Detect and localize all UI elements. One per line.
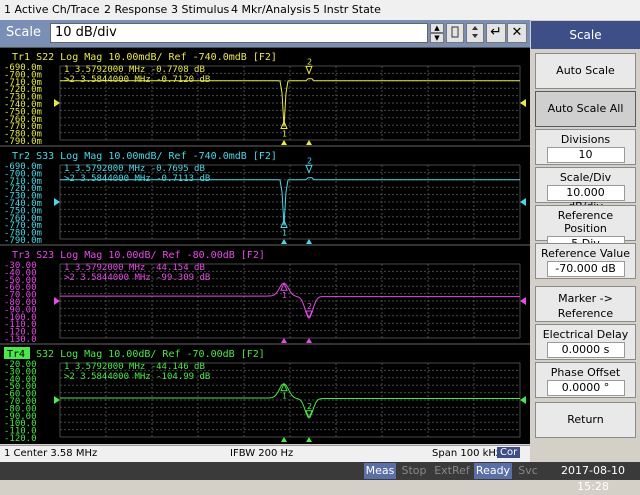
stimulus-marker-2: [306, 437, 312, 442]
marker-2-label: 2: [307, 57, 312, 66]
trace-header: Tr3 S23 Log Mag 10.00dB/ Ref -80.00dB [F…: [12, 250, 265, 261]
step-down-icon[interactable]: ▼: [430, 33, 444, 43]
extref-indicator: ExtRef: [434, 464, 470, 477]
svc-indicator: Svc: [518, 464, 538, 477]
reference-value-button[interactable]: Reference Value -70.000 dB: [535, 243, 636, 279]
reference-value-label: Reference Value: [540, 247, 631, 260]
return-button[interactable]: Return: [535, 402, 636, 438]
stimulus-marker-2: [306, 239, 312, 244]
divisions-value: 10: [546, 147, 625, 163]
marker-1-label: 1: [282, 291, 287, 300]
marker-2-icon: [305, 65, 313, 75]
electrical-delay-value: 0.0000 s: [546, 342, 625, 358]
ifbw: IFBW 200 Hz: [230, 448, 294, 459]
stimulus-marker-1: [281, 239, 287, 244]
reference-arrow-left: [54, 198, 60, 206]
scroll-bar-icon: [451, 26, 459, 38]
marker-readout-1: 1 3.5792000 MHz -44.154 dB: [64, 263, 205, 273]
marker-readout-2: >2 3.5844000 MHz -99.309 dB: [64, 273, 210, 283]
marker-to-reference-button[interactable]: Marker -> Reference: [535, 286, 636, 322]
scroll-button[interactable]: [446, 23, 464, 43]
electrical-delay-button[interactable]: Electrical Delay 0.0000 s: [535, 324, 636, 360]
reference-arrow-right: [520, 297, 526, 305]
marker-to-reference-label: Marker -> Reference: [557, 292, 614, 320]
spin-button[interactable]: [466, 23, 484, 43]
date-time: 2017-08-10 15:28: [561, 464, 625, 493]
auto-scale-all-label: Auto Scale All: [547, 102, 624, 115]
scale-div-label: Scale/Div: [559, 171, 612, 184]
menu-stimulus[interactable]: 3 Stimulus: [171, 3, 229, 16]
trace-header: Tr2 S33 Log Mag 10.00mdB/ Ref -740.0mdB …: [12, 151, 277, 162]
correction-badge: Cor: [497, 447, 521, 458]
trace-header: S32 Log Mag 10.00dB/ Ref -70.00dB [F2]: [36, 349, 265, 360]
phase-offset-button[interactable]: Phase Offset 0.0000 °: [535, 362, 636, 398]
stimulus-marker-1: [281, 437, 287, 442]
marker-2-icon: [305, 164, 313, 174]
marker-readout-1: 1 3.5792000 MHz -0.7708 dB: [64, 65, 205, 75]
reference-arrow-right: [520, 396, 526, 404]
auto-scale-label: Auto Scale: [556, 64, 615, 77]
instrument-status-bar: Meas Stop ExtRef Ready Svc 2017-08-10 15…: [0, 462, 640, 493]
trace-header: Tr1 S22 Log Mag 10.00mdB/ Ref -740.0mdB …: [12, 52, 277, 63]
menu-active-ch-trace[interactable]: 1 Active Ch/Trace: [4, 3, 100, 16]
active-trace-tag: Tr4: [7, 349, 25, 360]
softkey-panel: Scale Auto Scale Auto Scale All Division…: [531, 20, 640, 444]
marker-2-label: 2: [307, 156, 312, 165]
trace-plots: Tr1 S22 Log Mag 10.00mdB/ Ref -740.0mdB …: [0, 52, 530, 444]
phase-offset-label: Phase Offset: [550, 366, 621, 379]
electrical-delay-label: Electrical Delay: [542, 328, 629, 341]
channel-status-bar: 1 Center 3.58 MHz IFBW 200 Hz Span 100 k…: [0, 445, 530, 462]
menu-bar: 1 Active Ch/Trace 2 Response 3 Stimulus …: [0, 0, 640, 21]
scale-div-value: 10.000 dB/div: [546, 185, 625, 213]
reference-arrow-right: [520, 99, 526, 107]
reference-arrow-left: [54, 99, 60, 107]
stimulus-marker-2: [306, 140, 312, 145]
y-tick-label: -120.0: [4, 434, 37, 444]
marker-2-label: 2: [307, 302, 312, 311]
reference-position-label: Reference Position: [557, 209, 614, 235]
marker-readout-1: 1 3.5792000 MHz -44.146 dB: [64, 362, 205, 372]
meas-indicator: Meas: [364, 463, 396, 479]
menu-instr-state[interactable]: 5 Instr State: [313, 3, 381, 16]
marker-readout-2: >2 3.5844000 MHz -104.99 dB: [64, 372, 210, 382]
center-frequency: 1 Center 3.58 MHz: [4, 448, 98, 459]
close-icon[interactable]: ✕: [507, 23, 527, 43]
reference-arrow-left: [54, 396, 60, 404]
stimulus-marker-1: [281, 338, 287, 343]
step-up-icon[interactable]: ▲: [430, 23, 444, 33]
marker-readout-2: >2 3.5844000 MHz -0.7120 dB: [64, 75, 210, 85]
entry-label: Scale: [6, 25, 41, 40]
marker-readout-1: 1 3.5792000 MHz -0.7695 dB: [64, 164, 205, 174]
softkey-menu-title: Scale: [531, 21, 640, 49]
reference-arrow-left: [54, 297, 60, 305]
reference-position-button[interactable]: Reference Position5 Div: [535, 205, 636, 252]
scale-div-button[interactable]: Scale/Div10.000 dB/div: [535, 167, 636, 213]
auto-scale-button[interactable]: Auto Scale: [535, 53, 636, 89]
measurement-display: Tr1 S22 Log Mag 10.00mdB/ Ref -740.0mdB …: [0, 48, 530, 444]
enter-icon[interactable]: ↵: [486, 23, 506, 43]
ready-indicator: Ready: [474, 463, 512, 479]
phase-offset-value: 0.0000 °: [546, 380, 625, 396]
entry-value-field[interactable]: 10 dB/div: [50, 23, 428, 43]
stimulus-marker-1: [281, 140, 287, 145]
stimulus-marker-2: [306, 338, 312, 343]
spin-icon: [472, 26, 478, 38]
marker-1-label: 1: [282, 392, 287, 401]
divisions-button[interactable]: Divisions 10: [535, 129, 636, 165]
marker-1-label: 1: [282, 130, 287, 139]
auto-scale-all-button[interactable]: Auto Scale All: [535, 91, 636, 127]
marker-2-label: 2: [307, 402, 312, 411]
stop-indicator: Stop: [401, 464, 427, 477]
divisions-label: Divisions: [560, 133, 611, 146]
marker-readout-2: >2 3.5844000 MHz -0.7113 dB: [64, 174, 210, 184]
reference-value-value: -70.000 dB: [546, 261, 625, 277]
reference-arrow-right: [520, 198, 526, 206]
menu-mkr-analysis[interactable]: 4 Mkr/Analysis: [231, 3, 311, 16]
span: Span 100 kHz: [432, 448, 502, 459]
marker-1-label: 1: [282, 229, 287, 238]
return-label: Return: [567, 413, 604, 426]
menu-response[interactable]: 2 Response: [104, 3, 167, 16]
